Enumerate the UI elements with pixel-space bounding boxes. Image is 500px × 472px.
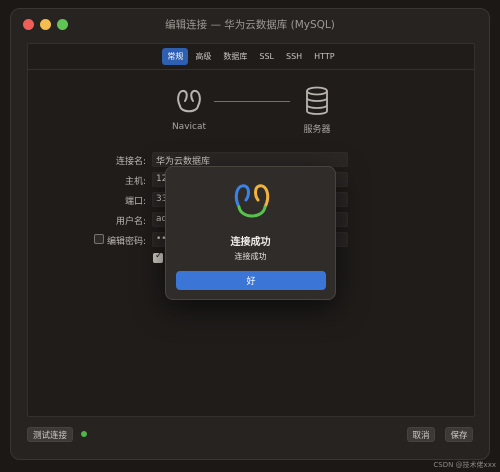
navicat-logo-icon — [234, 184, 270, 218]
dialog-message: 连接成功 — [234, 252, 267, 261]
dialog-title: 连接成功 — [230, 237, 271, 248]
modal-overlay: 连接成功 连接成功 好 — [0, 0, 500, 472]
ok-button[interactable]: 好 — [176, 271, 326, 290]
watermark: CSDN @技术佬xxx — [433, 461, 496, 469]
success-dialog: 连接成功 连接成功 好 — [165, 166, 336, 300]
